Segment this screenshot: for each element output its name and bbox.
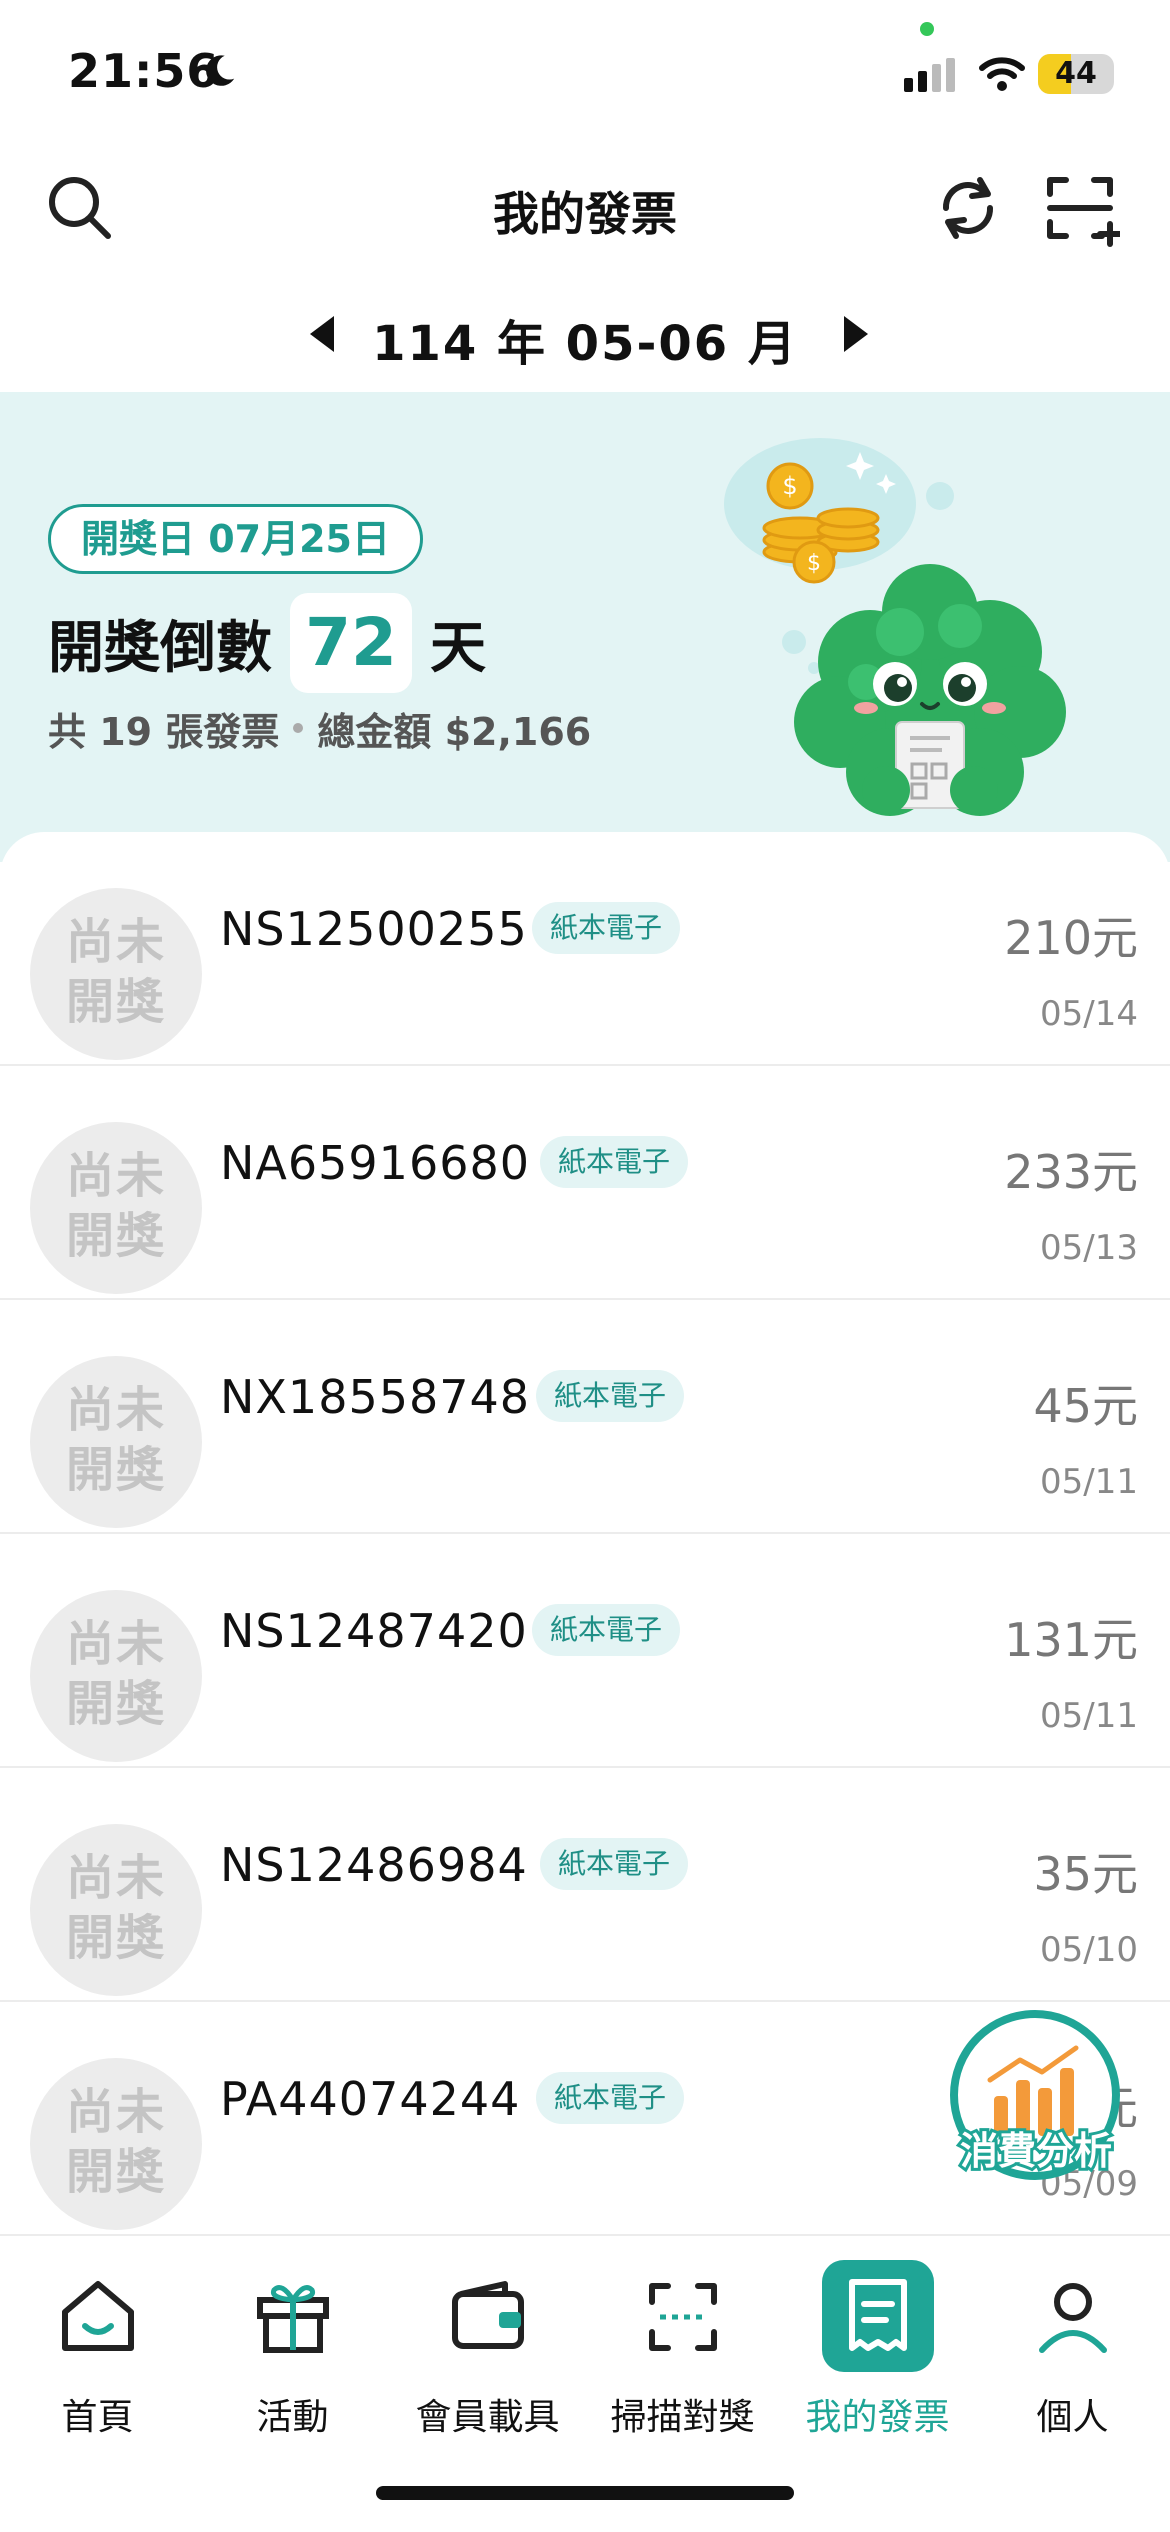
draw-status-badge: 尚未 開獎 [30, 888, 202, 1060]
status-bar: 21:56 44 [0, 0, 1170, 140]
moon-icon [206, 55, 235, 86]
invoice-amount: 210元 [1004, 911, 1138, 965]
invoice-number: PA44074244 [220, 2072, 521, 2126]
invoice-row[interactable]: 尚未 開獎 NS12486984 紙本電子 35元 05/10 [0, 1768, 1170, 2002]
svg-text:$: $ [807, 551, 821, 576]
tab-label: 會員載具 [415, 2397, 560, 2438]
draw-status-text: 尚未 開獎 [65, 1850, 166, 1966]
sync-icon[interactable] [928, 168, 1008, 248]
invoice-type-tag: 紙本電子 [532, 1604, 681, 1656]
tab-home[interactable]: 首頁 [0, 2260, 195, 2460]
invoice-date: 05/13 [1040, 1228, 1138, 1268]
battery-indicator: 44 [1038, 54, 1114, 94]
battery-percent: 44 [1055, 56, 1097, 91]
home-icon [62, 2281, 134, 2351]
scan-add-icon[interactable] [1040, 168, 1120, 248]
tab-label: 首頁 [61, 2397, 134, 2438]
draw-status-text: 尚未 開獎 [65, 914, 166, 1030]
draw-status-badge: 尚未 開獎 [30, 1824, 202, 1996]
invoice-number: NS12500255 [220, 902, 528, 956]
draw-status-text: 尚未 開獎 [65, 2084, 166, 2200]
mascot-illustration: $ $ [724, 438, 1066, 816]
privacy-indicator [920, 22, 934, 36]
draw-status-badge: 尚未 開獎 [30, 1122, 202, 1294]
invoice-count: 共 19 張發票 [48, 709, 280, 754]
draw-status-text: 尚未 開獎 [65, 1148, 166, 1264]
invoice-type-tag: 紙本電子 [536, 1370, 685, 1422]
invoice-amount: 35元 [1033, 1847, 1138, 1901]
draw-status-text: 尚未 開獎 [65, 1616, 166, 1732]
period-label: 114 年 05-06 月 [372, 316, 798, 372]
gift-icon [257, 2285, 329, 2353]
invoice-row[interactable]: 尚未 開獎 NS12500255 紙本電子 210元 05/14 [0, 832, 1170, 1066]
draw-status-badge: 尚未 開獎 [30, 2058, 202, 2230]
period-selector: 114 年 05-06 月 [0, 290, 1170, 376]
invoice-row[interactable]: 尚未 開獎 NA65916680 紙本電子 233元 05/13 [0, 1066, 1170, 1300]
spending-analysis-label[interactable]: 消費分析 [948, 2120, 1124, 2176]
invoice-date: 05/10 [1040, 1930, 1138, 1970]
status-time: 21:56 [68, 44, 220, 98]
home-indicator[interactable] [376, 2486, 794, 2500]
invoice-amount: 45元 [1033, 1379, 1138, 1433]
tab-member-carrier[interactable]: 會員載具 [390, 2260, 585, 2460]
draw-countdown: 開獎倒數 72 天 [48, 588, 486, 698]
summary-separator [293, 723, 304, 733]
invoice-number: NA65916680 [220, 1136, 531, 1190]
app-header: 我的發票 [0, 150, 1170, 270]
tab-label: 個人 [1036, 2397, 1109, 2438]
invoice-type-tag: 紙本電子 [540, 1136, 689, 1188]
invoice-summary: 共 19 張發票 總金額 $2,166 [48, 698, 591, 758]
receipt-icon [822, 2260, 934, 2372]
draw-status-text: 尚未 開獎 [65, 1382, 166, 1498]
draw-status-badge: 尚未 開獎 [30, 1356, 202, 1528]
draw-banner: 開獎日 07月25日 開獎倒數 72 天 共 19 張發票 總金額 $2,166… [0, 392, 1170, 862]
tab-label: 我的發票 [805, 2397, 950, 2438]
invoice-total: 總金額 $2,166 [317, 709, 592, 754]
wifi-icon [979, 57, 1025, 91]
invoice-number: NS12487420 [220, 1604, 528, 1658]
invoice-row[interactable]: 尚未 開獎 NX18558748 紙本電子 45元 05/11 [0, 1300, 1170, 1534]
scan-icon [649, 2283, 717, 2351]
invoice-number: NX18558748 [220, 1370, 531, 1424]
countdown-days: 72 [290, 593, 412, 693]
invoice-amount: 131元 [1004, 1613, 1138, 1667]
invoice-type-tag: 紙本電子 [536, 2072, 685, 2124]
tab-label: 活動 [256, 2397, 329, 2438]
invoice-number: NS12486984 [220, 1838, 528, 1892]
tab-activities[interactable]: 活動 [195, 2260, 390, 2460]
wallet-icon [452, 2281, 524, 2349]
invoice-date: 05/11 [1040, 1696, 1138, 1736]
invoice-type-tag: 紙本電子 [540, 1838, 689, 1890]
draw-status-badge: 尚未 開獎 [30, 1590, 202, 1762]
invoice-type-tag: 紙本電子 [532, 902, 681, 954]
invoice-date: 05/14 [1040, 994, 1138, 1034]
tab-label: 掃描對獎 [610, 2397, 755, 2438]
invoice-amount: 233元 [1004, 1145, 1138, 1199]
next-period-arrow-icon[interactable] [834, 312, 874, 356]
countdown-prefix: 開獎倒數 [48, 615, 272, 681]
svg-text:$: $ [782, 472, 797, 500]
person-icon [1039, 2283, 1107, 2353]
tab-my-invoices[interactable]: 我的發票 [780, 2260, 975, 2460]
tab-scan-check[interactable]: 掃描對獎 [585, 2260, 780, 2460]
draw-date-badge: 開獎日 07月25日 [48, 504, 423, 574]
tab-profile[interactable]: 個人 [975, 2260, 1170, 2460]
countdown-suffix: 天 [430, 615, 486, 681]
cellular-signal-icon [904, 58, 955, 92]
invoice-row[interactable]: 尚未 開獎 NS12487420 紙本電子 131元 05/11 [0, 1534, 1170, 1768]
invoice-date: 05/11 [1040, 1462, 1138, 1502]
